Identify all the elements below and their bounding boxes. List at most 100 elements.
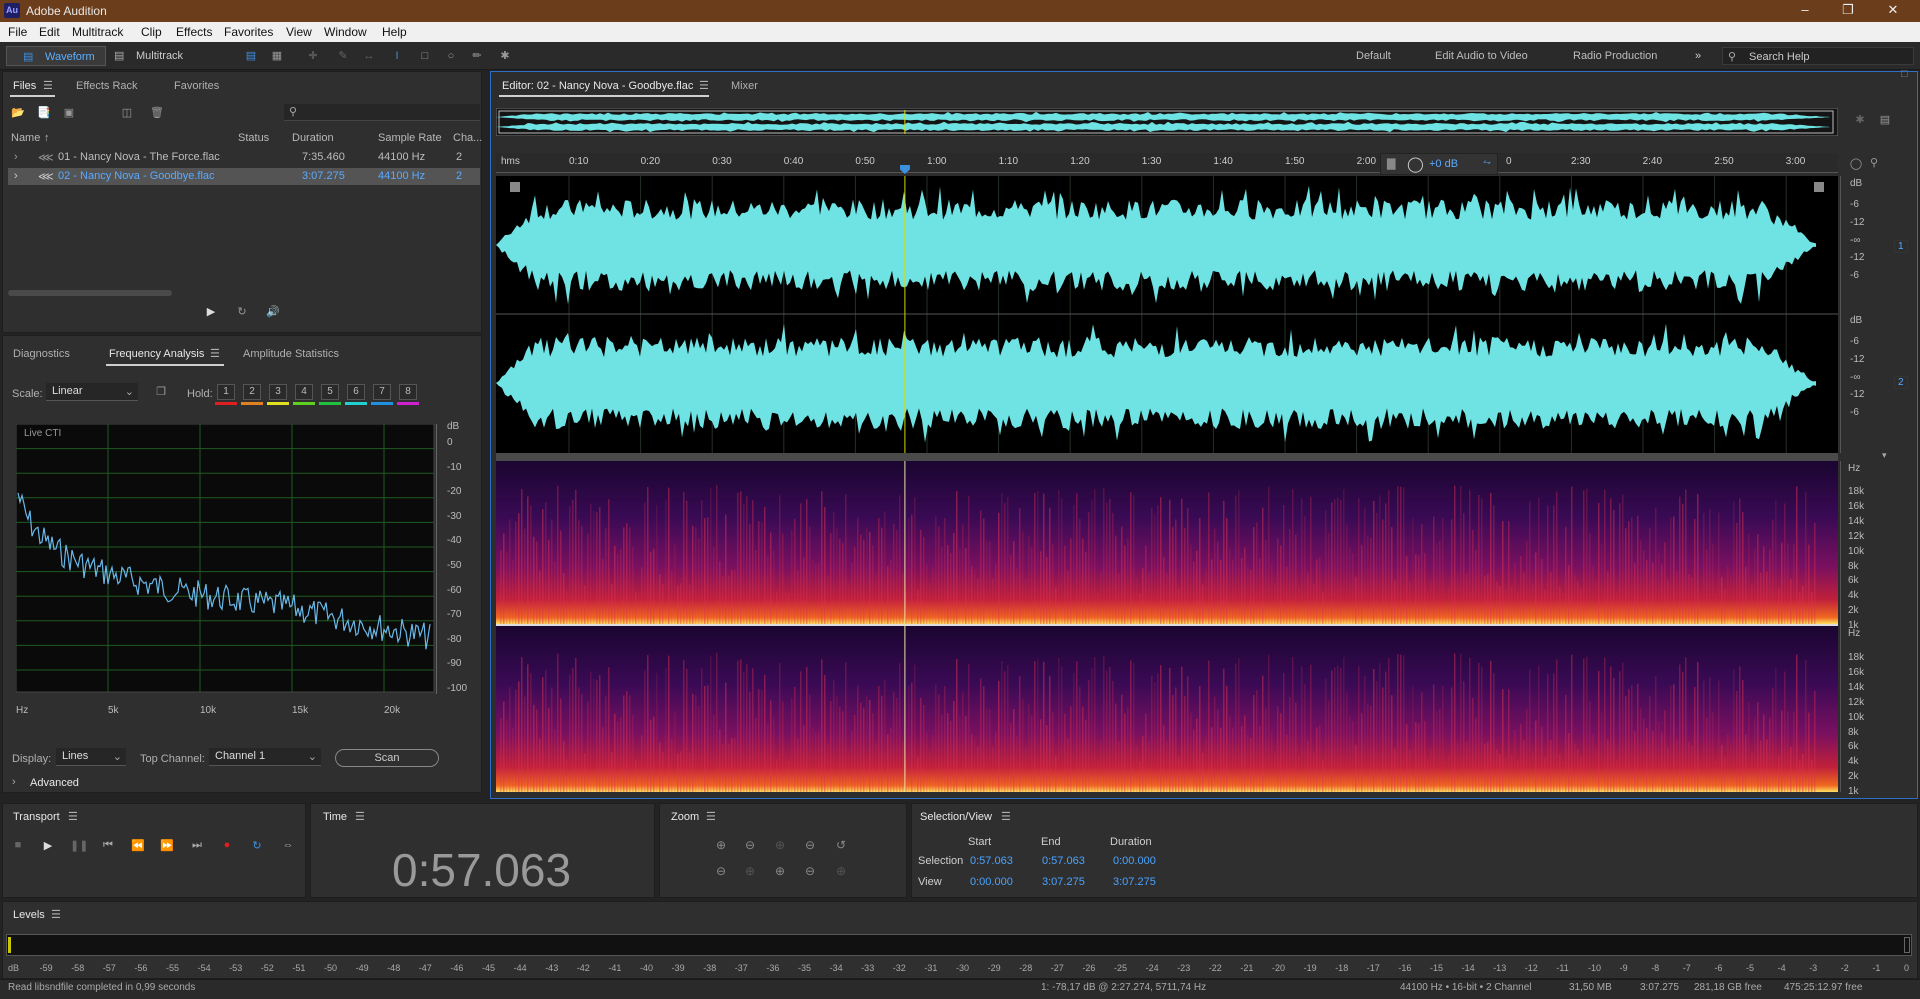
tab-frequency-analysis[interactable]: Frequency Analysis [109,348,204,360]
col-name[interactable]: Name [11,132,40,144]
workspace-edit-audio-to-video[interactable]: Edit Audio to Video [1435,50,1528,62]
record-icon[interactable]: ● [219,839,235,853]
rewind-icon[interactable]: ⏪ [130,839,146,853]
advanced-toggle[interactable]: Advanced [30,777,79,789]
new-file-icon[interactable]: ▣ [62,107,76,119]
col-duration[interactable]: Duration [292,132,334,144]
menu-view[interactable]: View [286,25,312,39]
play-preview-icon[interactable]: ▶ [204,306,218,318]
time-display[interactable]: 0:57.063 [392,843,571,897]
panel-close-icon[interactable]: □ [1901,68,1908,80]
overview-navigator[interactable] [496,108,1838,136]
hud-gain-value[interactable]: +0 dB [1429,158,1458,170]
expand-icon[interactable]: › [14,170,18,182]
levels-menu-icon[interactable]: ☰ [51,908,61,921]
zoom-out-time-icon[interactable]: ⊖ [712,864,730,880]
hud-volume[interactable]: ▇ ◯ +0 dB ⥊ [1380,153,1498,175]
multitrack-view-button[interactable]: ▤ Multitrack [110,46,200,66]
menu-favorites[interactable]: Favorites [224,25,273,39]
delete-file-icon[interactable]: 🗑 [150,107,164,119]
file-row-selected[interactable]: › ⋘ 02 - Nancy Nova - Goodbye.flac 3:07.… [8,168,480,185]
zoom-reset-icon[interactable]: ↺ [832,838,850,854]
waveform-display[interactable] [496,176,1838,453]
advanced-expand-icon[interactable]: › [12,776,16,788]
import-file-icon[interactable]: 📑 [37,107,51,119]
file-row[interactable]: › ⋘ 01 - Nancy Nova - The Force.flac 7:3… [8,149,480,166]
hold-button-4[interactable]: 4 [295,384,313,400]
capture-snapshot-icon[interactable]: ❐ [154,386,168,398]
zoom-in-time-icon[interactable]: ⊕ [771,838,789,854]
menu-multitrack[interactable]: Multitrack [72,25,123,39]
col-channels[interactable]: Cha... [453,132,482,144]
zoom-out-full-icon[interactable]: ⊖ [801,838,819,854]
next-icon[interactable]: ⏭ [189,839,205,853]
more-workspaces-icon[interactable]: » [1695,50,1701,62]
play-icon[interactable]: ▶ [40,839,56,853]
hold-button-3[interactable]: 3 [269,384,287,400]
workspace-default[interactable]: Default [1356,50,1391,62]
minimize-button[interactable]: – [1790,2,1820,20]
menu-help[interactable]: Help [382,25,407,39]
channel-1-indicator[interactable]: 1 [1894,240,1908,253]
selection-menu-icon[interactable]: ☰ [1001,810,1011,823]
slip-tool-icon[interactable]: ↔ [362,50,376,62]
move-tool-icon[interactable]: ✚ [306,50,320,62]
hold-button-5[interactable]: 5 [321,384,339,400]
hold-button-6[interactable]: 6 [347,384,365,400]
hold-button-1[interactable]: 1 [217,384,235,400]
spot-healing-icon[interactable]: ✱ [498,50,512,62]
view-duration[interactable]: 3:07.275 [1113,876,1156,888]
search-help-field[interactable]: ⚲ Search Help [1722,47,1914,65]
spectral-frequency-display[interactable] [496,461,1838,792]
top-channel-dropdown[interactable]: Channel 1 ⌄ [209,748,321,766]
tab-editor[interactable]: Editor: 02 - Nancy Nova - Goodbye.flac [502,80,693,92]
brush-tool-icon[interactable]: ✏ [470,50,484,62]
time-ruler[interactable] [496,153,1838,173]
hold-button-2[interactable]: 2 [243,384,261,400]
tab-mixer[interactable]: Mixer [731,80,758,92]
menu-edit[interactable]: Edit [39,25,60,39]
selection-end[interactable]: 0:57.063 [1042,855,1085,867]
fast-forward-icon[interactable]: ⏩ [159,839,175,853]
zoom-out-amplitude-icon[interactable]: ⊖ [741,838,759,854]
menu-clip[interactable]: Clip [141,25,162,39]
tab-amplitude-statistics[interactable]: Amplitude Statistics [243,348,339,360]
lasso-tool-icon[interactable]: ○ [444,50,458,62]
selection-start[interactable]: 0:57.063 [970,855,1013,867]
open-file-icon[interactable]: 📂 [11,107,25,119]
tab-files[interactable]: Files [13,80,36,92]
view-start[interactable]: 0:00.000 [970,876,1013,888]
time-selection-tool-icon[interactable]: I [390,50,404,62]
col-status[interactable]: Status [238,132,269,144]
loop-preview-icon[interactable]: ↻ [235,306,249,318]
scale-dropdown[interactable]: Linear ⌄ [46,383,138,401]
razor-tool-icon[interactable]: ✎ [336,50,350,62]
menu-file[interactable]: File [8,25,27,39]
tab-effects-rack[interactable]: Effects Rack [76,80,138,92]
editor-menu-icon[interactable]: ☰ [699,79,709,92]
previous-icon[interactable]: ⏮ [100,839,116,853]
zoom-full-icon[interactable]: ⊕ [832,864,850,880]
files-menu-icon[interactable]: ☰ [43,79,53,92]
zoom-menu-icon[interactable]: ☰ [706,810,716,823]
hold-button-7[interactable]: 7 [373,384,391,400]
volume-knob-icon[interactable]: ◯ [1407,155,1424,173]
spectral-display-icon[interactable]: ▤ [244,50,258,62]
pause-icon[interactable]: ❚❚ [70,839,88,853]
zoom-in-time-icon[interactable]: ◯ [1849,158,1863,170]
tab-diagnostics[interactable]: Diagnostics [13,348,70,360]
zoom-in-amplitude-icon[interactable]: ⊕ [712,838,730,854]
marquee-tool-icon[interactable]: □ [418,50,432,62]
hold-button-8[interactable]: 8 [399,384,417,400]
files-horizontal-scrollbar[interactable] [8,290,172,296]
files-search-input[interactable]: ⚲ [284,104,480,121]
workspace-radio-production[interactable]: Radio Production [1573,50,1657,62]
marker-pin-icon[interactable]: ⚲ [1867,157,1881,169]
zoom-selection-icon[interactable]: ⊕ [741,864,759,880]
view-end[interactable]: 3:07.275 [1042,876,1085,888]
waveform-view-button[interactable]: ▤ Waveform [6,46,106,66]
expand-icon[interactable]: › [14,151,18,163]
channel-2-indicator[interactable]: 2 [1894,376,1908,389]
stop-icon[interactable]: ■ [10,839,26,853]
menu-effects[interactable]: Effects [176,25,212,39]
